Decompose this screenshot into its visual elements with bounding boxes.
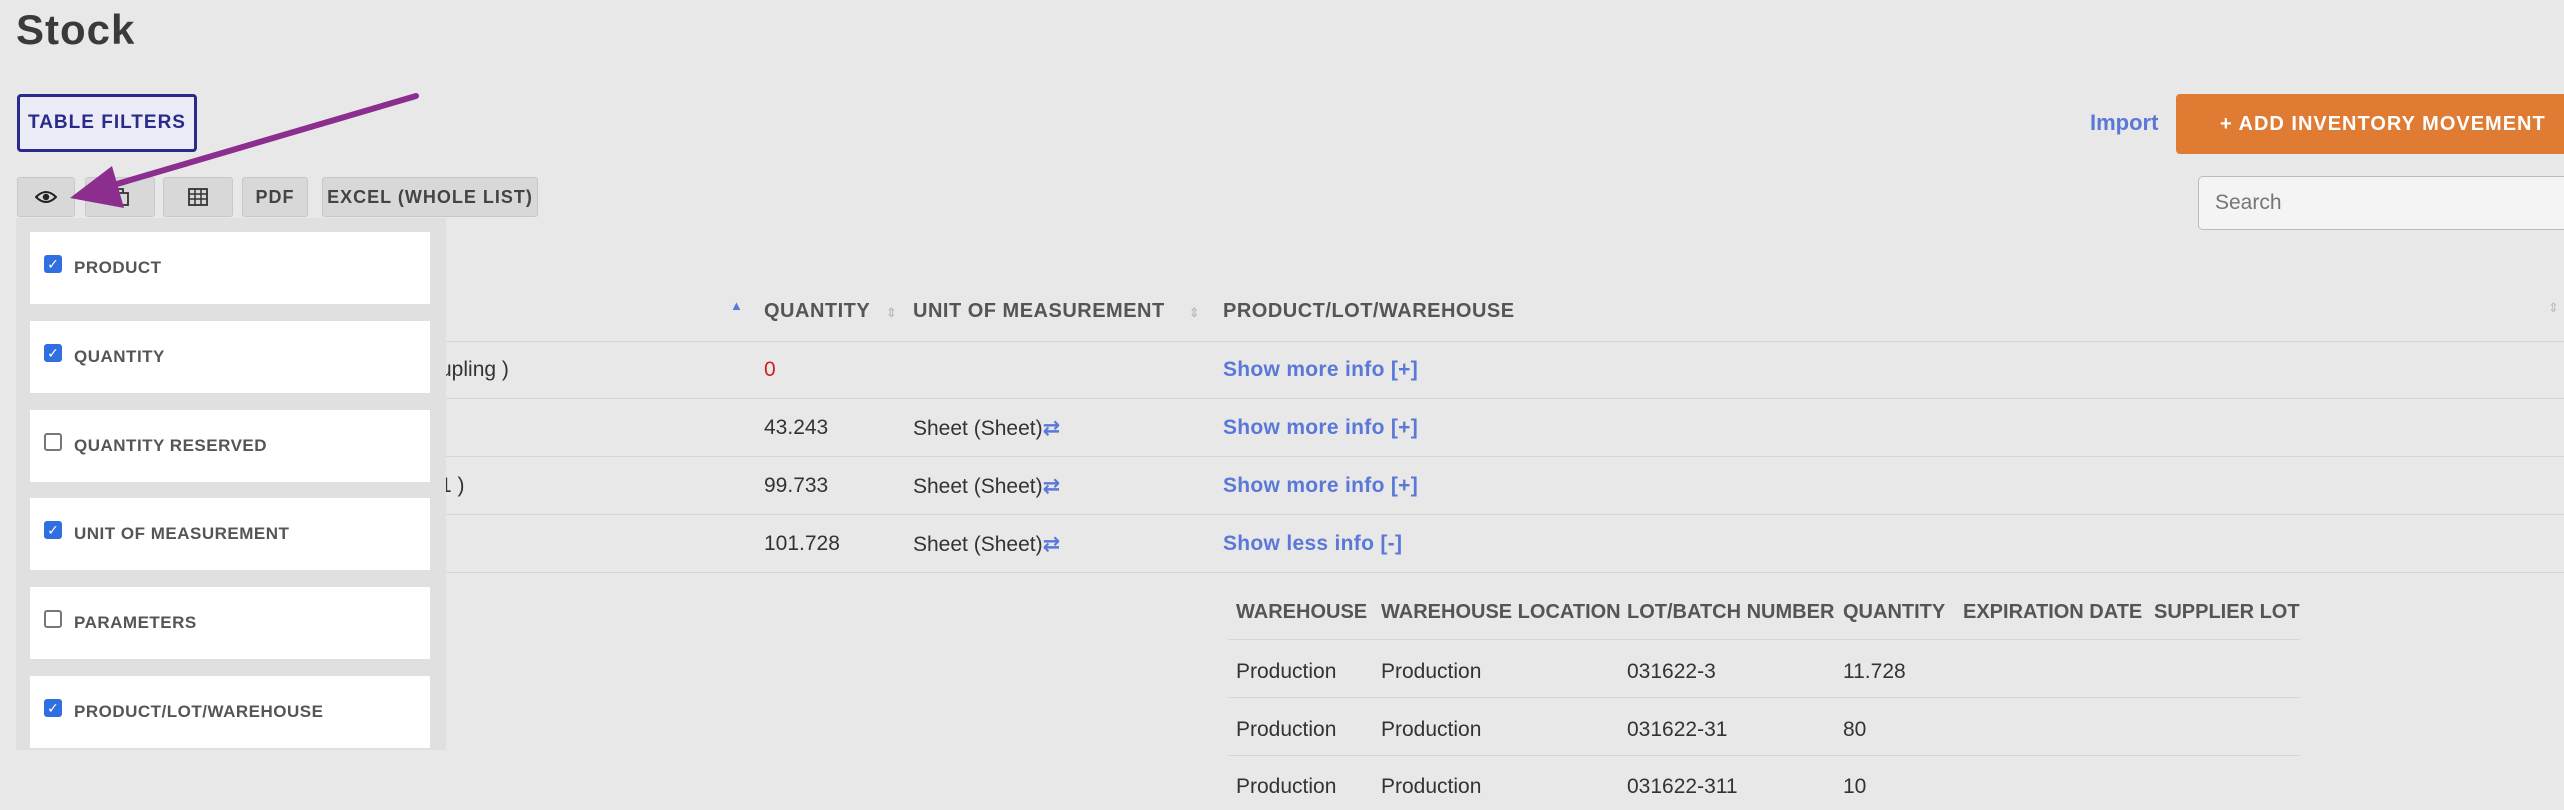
annotation-arrow xyxy=(70,93,419,208)
